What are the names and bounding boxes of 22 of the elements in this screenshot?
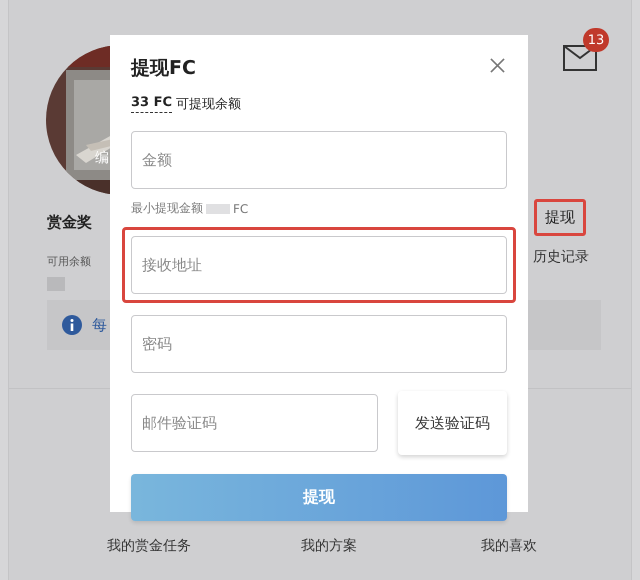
dialog-title: 提现FC — [131, 56, 196, 81]
hint-unit: FC — [233, 202, 248, 216]
info-icon — [62, 315, 82, 335]
input-field[interactable]: 密码 — [131, 315, 507, 373]
nav-item[interactable]: 我的喜欢 — [419, 537, 599, 555]
nav-item[interactable]: 我的赏金任务 — [59, 537, 239, 555]
input-field[interactable]: 邮件验证码 — [131, 394, 378, 452]
balance-caption: 可提现余额 — [176, 96, 242, 113]
balance-label: 可用余额 — [47, 254, 91, 269]
notice-text: 每 — [92, 316, 107, 334]
hint-text: 最小提现金额 — [131, 200, 203, 217]
redacted-value — [206, 204, 230, 214]
balance-amount[interactable]: 33 FC — [131, 95, 172, 113]
notification-badge: 13 — [583, 28, 609, 52]
withdraw-button[interactable]: 提现 — [534, 199, 586, 236]
input-field[interactable]: 金额 — [131, 131, 507, 189]
send-code-button[interactable]: 发送验证码 — [398, 391, 507, 455]
section-title: 赏金奖 — [47, 213, 92, 232]
nav-item[interactable]: 我的方案 — [239, 537, 419, 555]
close-icon[interactable] — [490, 58, 505, 72]
input-field[interactable]: 接收地址 — [131, 236, 507, 294]
history-link[interactable]: 历史记录 — [533, 248, 589, 266]
